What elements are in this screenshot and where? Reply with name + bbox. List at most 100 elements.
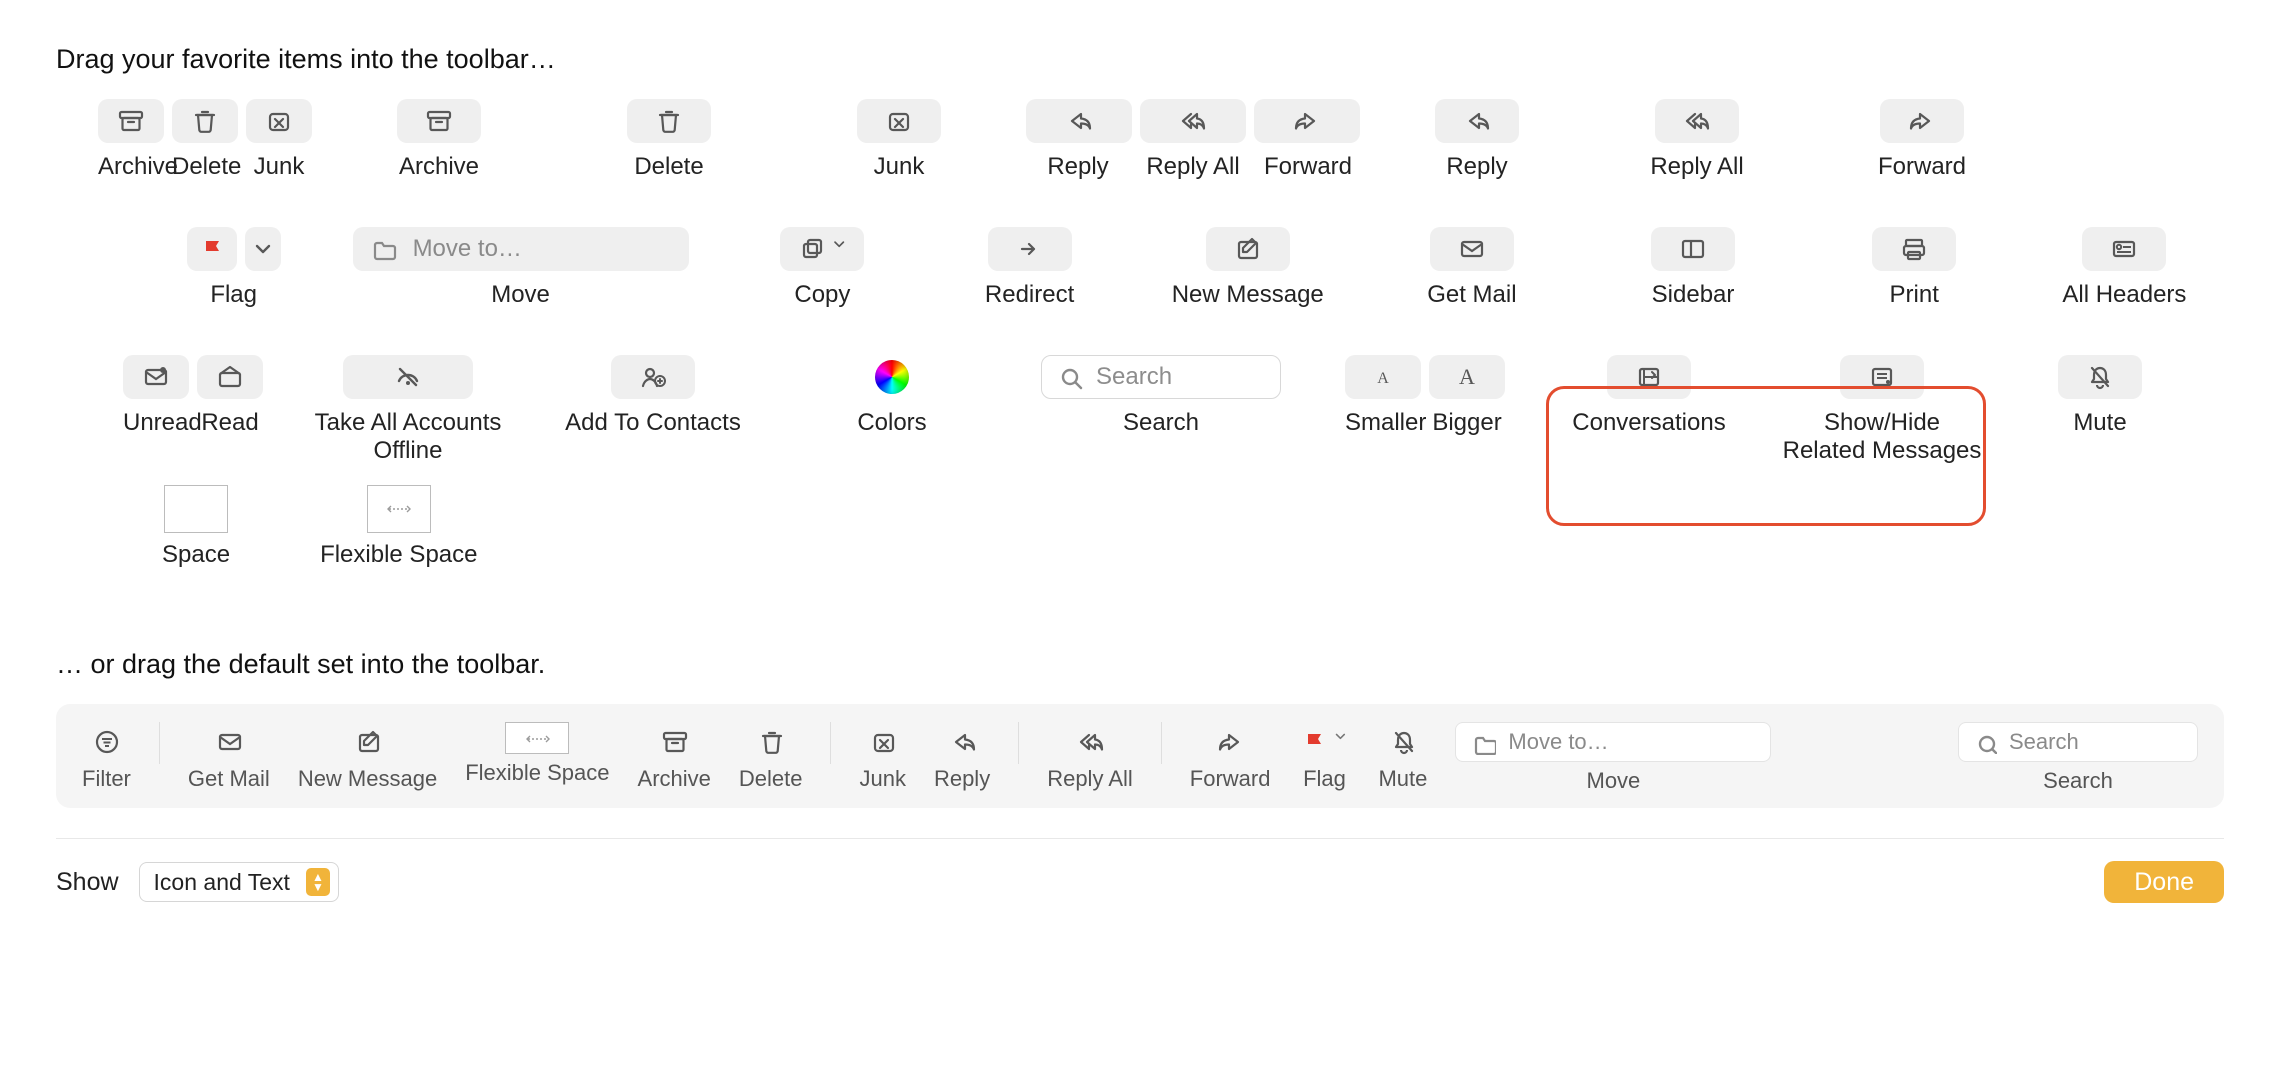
- item-move[interactable]: Move to… Move: [321, 227, 719, 309]
- dt-junk[interactable]: Junk: [859, 722, 905, 792]
- dt-flexible-space[interactable]: Flexible Space: [465, 722, 609, 786]
- show-select-value: Icon and Text: [154, 869, 290, 896]
- item-conversations[interactable]: Conversations: [1534, 355, 1764, 437]
- item-redirect[interactable]: Redirect: [925, 227, 1134, 309]
- offline-icon: [343, 355, 473, 399]
- item-unread-read-group[interactable]: Unread Read: [98, 355, 288, 437]
- junk-icon: [246, 99, 312, 143]
- dt-forward[interactable]: Forward: [1190, 722, 1271, 792]
- trash-icon: [172, 99, 238, 143]
- item-archive[interactable]: Archive: [324, 99, 554, 181]
- envelope-icon: [1430, 227, 1514, 271]
- reply-label: Reply: [1446, 153, 1507, 181]
- dt-reply-all[interactable]: Reply All: [1047, 722, 1133, 792]
- item-sidebar[interactable]: Sidebar: [1582, 227, 1803, 309]
- archive-label: Archive: [638, 766, 711, 792]
- item-reply-replyall-forward-group[interactable]: Reply Reply All Forward: [1014, 99, 1372, 181]
- item-new-message[interactable]: New Message: [1134, 227, 1361, 309]
- big-a-icon: [1429, 355, 1505, 399]
- item-archive-delete-junk-group[interactable]: Archive Delete Junk: [86, 99, 324, 181]
- space-box-icon: [164, 485, 228, 533]
- item-forward[interactable]: Forward: [1812, 99, 2032, 181]
- move-to-placeholder: Move to…: [413, 235, 522, 263]
- default-toolbar[interactable]: Filter Get Mail New Message Flexible Spa…: [56, 704, 2224, 808]
- search-label: Search: [1123, 409, 1199, 437]
- reply-icon: [1026, 99, 1132, 143]
- item-copy[interactable]: Copy: [720, 227, 925, 309]
- item-reply-all[interactable]: Reply All: [1582, 99, 1812, 181]
- flag-label: Flag: [1303, 766, 1346, 792]
- reply-all-label: Reply All: [1047, 766, 1133, 792]
- search-icon: [1056, 363, 1084, 391]
- flexible-space-icon: [505, 722, 569, 754]
- item-delete[interactable]: Delete: [554, 99, 784, 181]
- sidebar-icon: [1651, 227, 1735, 271]
- dt-mute[interactable]: Mute: [1378, 722, 1427, 792]
- forward-label: Forward: [1255, 153, 1361, 181]
- chevron-down-icon: [245, 227, 281, 271]
- compose-icon: [1206, 227, 1290, 271]
- item-add-contacts[interactable]: Add To Contacts: [528, 355, 778, 437]
- trash-icon: [627, 99, 711, 143]
- item-search[interactable]: Search Search: [1006, 355, 1316, 437]
- forward-label: Forward: [1190, 766, 1271, 792]
- move-to-field[interactable]: Move to…: [353, 227, 689, 271]
- dt-search[interactable]: Search Search: [1958, 722, 2198, 794]
- dt-new-message[interactable]: New Message: [298, 722, 437, 792]
- flag-label: Flag: [210, 281, 257, 309]
- archive-icon: [397, 99, 481, 143]
- space-label: Space: [162, 541, 230, 569]
- archive-label: Archive: [98, 153, 164, 181]
- reply-all-icon: [1140, 99, 1246, 143]
- dt-get-mail[interactable]: Get Mail: [188, 722, 270, 792]
- dt-archive[interactable]: Archive: [638, 722, 711, 792]
- footer: Show Icon and Text ▲▼ Done: [56, 838, 2224, 903]
- separator: [1161, 722, 1162, 764]
- search-label: Search: [2043, 768, 2113, 794]
- dt-delete[interactable]: Delete: [739, 722, 803, 792]
- item-colors[interactable]: Colors: [778, 355, 1006, 437]
- new-message-label: New Message: [1172, 281, 1324, 309]
- items-row-1: Archive Delete Junk Archive Delete Junk: [86, 99, 2224, 181]
- folder-icon: [369, 234, 399, 264]
- show-select[interactable]: Icon and Text ▲▼: [139, 862, 339, 902]
- dt-flag[interactable]: Flag: [1298, 722, 1350, 792]
- copy-label: Copy: [794, 281, 850, 309]
- junk-icon: [857, 99, 941, 143]
- item-show-hide-related[interactable]: Show/Hide Related Messages: [1764, 355, 2000, 465]
- compose-icon: [353, 722, 383, 760]
- unread-label: Unread: [123, 409, 189, 437]
- item-get-mail[interactable]: Get Mail: [1361, 227, 1582, 309]
- flexible-space-icon: [367, 485, 431, 533]
- done-button[interactable]: Done: [2104, 861, 2224, 903]
- flexible-space-label: Flexible Space: [320, 541, 477, 569]
- reply-all-label: Reply All: [1650, 153, 1743, 181]
- search-icon: [1973, 730, 1997, 754]
- archive-icon: [98, 99, 164, 143]
- dt-filter[interactable]: Filter: [82, 722, 131, 792]
- search-field[interactable]: Search: [1041, 355, 1281, 399]
- dt-move[interactable]: Move to… Move: [1455, 722, 1771, 794]
- new-message-label: New Message: [298, 766, 437, 792]
- item-flag[interactable]: Flag: [146, 227, 321, 309]
- reply-all-icon: [1075, 722, 1105, 760]
- add-contacts-label: Add To Contacts: [565, 409, 741, 437]
- item-space[interactable]: Space: [162, 485, 230, 569]
- sidebar-label: Sidebar: [1652, 281, 1735, 309]
- item-junk[interactable]: Junk: [784, 99, 1014, 181]
- item-flexible-space[interactable]: Flexible Space: [320, 485, 477, 569]
- item-smaller-bigger-group[interactable]: Smaller Bigger: [1316, 355, 1534, 437]
- delete-label: Delete: [739, 766, 803, 792]
- dt-reply[interactable]: Reply: [934, 722, 990, 792]
- item-mute[interactable]: Mute: [2000, 355, 2200, 437]
- mute-label: Mute: [1378, 766, 1427, 792]
- move-to-field[interactable]: Move to…: [1455, 722, 1771, 762]
- item-all-headers[interactable]: All Headers: [2025, 227, 2224, 309]
- add-contact-icon: [611, 355, 695, 399]
- colors-label: Colors: [857, 409, 926, 437]
- item-print[interactable]: Print: [1804, 227, 2025, 309]
- item-offline[interactable]: Take All Accounts Offline: [288, 355, 528, 465]
- separator: [159, 722, 160, 764]
- search-field[interactable]: Search: [1958, 722, 2198, 762]
- item-reply[interactable]: Reply: [1372, 99, 1582, 181]
